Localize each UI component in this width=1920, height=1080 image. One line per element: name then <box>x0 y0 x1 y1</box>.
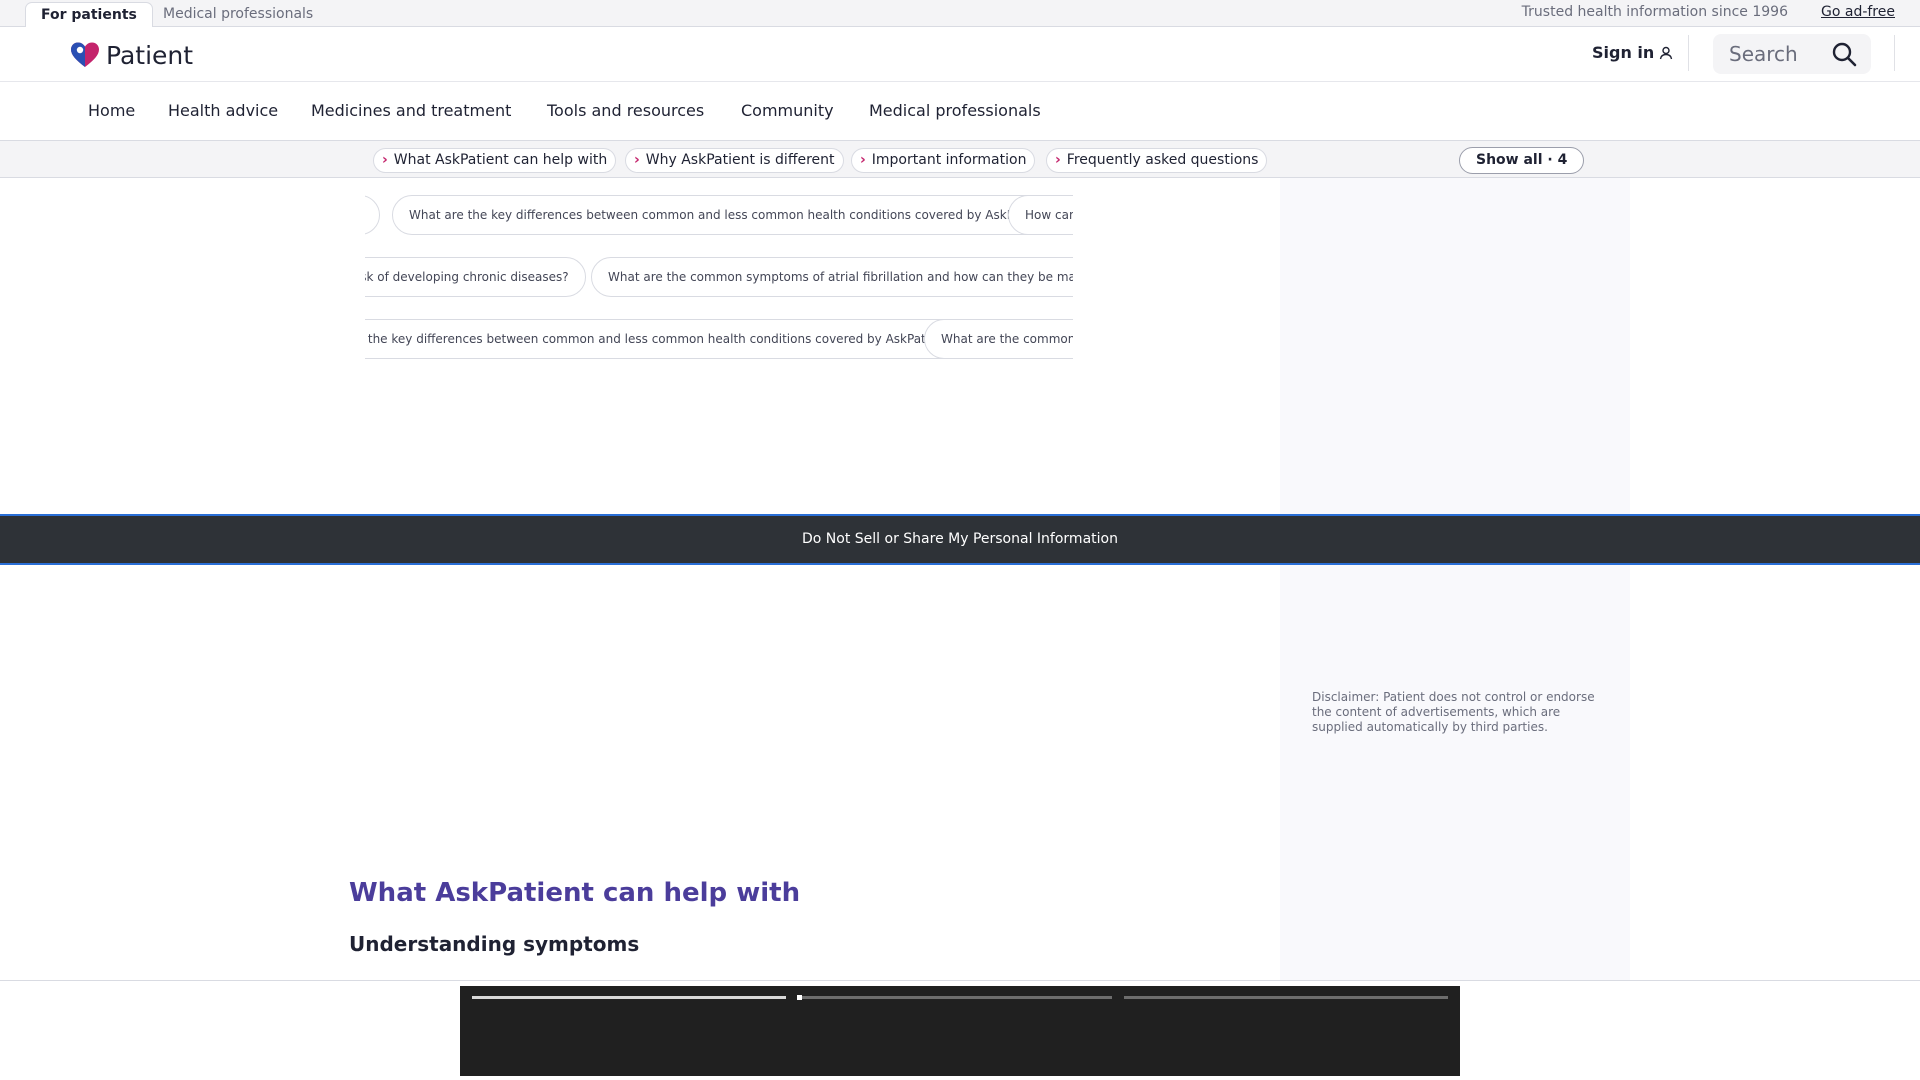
nav-home[interactable]: Home <box>88 101 135 120</box>
patient-logo[interactable]: Patient <box>70 39 193 71</box>
nav-community[interactable]: Community <box>741 101 834 120</box>
anchor-label: Why AskPatient is different <box>645 152 835 168</box>
sign-in-label: Sign in <box>1592 43 1655 62</box>
advert-column <box>1280 178 1630 980</box>
show-all-button[interactable]: Show all · 4 <box>1459 147 1585 174</box>
tab-medical-professionals[interactable]: Medical professionals <box>148 2 328 27</box>
chevron-right-icon: › <box>382 152 388 168</box>
anchor-why-askpatient-is-different[interactable]: › Why AskPatient is different <box>625 148 844 173</box>
do-not-sell-link[interactable]: Do Not Sell or Share My Personal Informa… <box>0 531 1920 547</box>
nav-medicines-and-treatment[interactable]: Medicines and treatment <box>311 101 511 120</box>
nav-health-advice[interactable]: Health advice <box>168 101 278 120</box>
header-divider <box>1688 35 1689 71</box>
progress-segment <box>1124 996 1448 999</box>
question-chip[interactable]: What are the common sy <box>924 319 1073 359</box>
chevron-right-icon: › <box>634 152 640 168</box>
progress-fill <box>472 996 786 999</box>
header-divider-right <box>1894 35 1895 71</box>
question-chip[interactable] <box>365 195 380 235</box>
nav-medical-professionals[interactable]: Medical professionals <box>869 101 1041 120</box>
section-heading: What AskPatient can help with <box>349 878 801 908</box>
progress-segment <box>798 996 1112 999</box>
question-chip[interactable]: risk of developing chronic diseases? <box>365 257 586 297</box>
anchor-label: Frequently asked questions <box>1066 152 1259 168</box>
heart-logo-icon <box>71 42 99 67</box>
trusted-tagline: Trusted health information since 1996 <box>1521 4 1788 20</box>
search-input[interactable]: Search <box>1729 42 1798 66</box>
video-ad-player[interactable] <box>460 986 1460 1076</box>
nav-tools-and-resources[interactable]: Tools and resources <box>547 101 704 120</box>
anchor-frequently-asked-questions[interactable]: › Frequently asked questions <box>1046 148 1268 173</box>
logo-text: Patient <box>106 40 194 70</box>
anchor-important-information[interactable]: › Important information <box>851 148 1036 173</box>
anchor-label: Important information <box>871 152 1027 168</box>
progress-segment <box>472 996 786 999</box>
section-anchor-bar: › What AskPatient can help with › Why As… <box>0 141 1920 178</box>
main-nav: Home Health advice Medicines and treatme… <box>0 83 1920 141</box>
bottom-divider <box>0 980 1920 981</box>
privacy-banner[interactable]: Do Not Sell or Share My Personal Informa… <box>0 514 1920 565</box>
anchor-label: What AskPatient can help with <box>393 152 608 168</box>
anchor-what-askpatient-can-help-with[interactable]: › What AskPatient can help with <box>373 148 617 173</box>
search-box[interactable]: Search <box>1713 34 1871 74</box>
user-icon <box>1660 46 1673 59</box>
go-ad-free-link[interactable]: Go ad-free <box>1821 0 1895 25</box>
progress-marker <box>797 995 802 1000</box>
site-header: Patient Sign in Search <box>0 27 1920 82</box>
audience-bar: For patients Medical professionals Trust… <box>0 0 1920 28</box>
sign-in-button[interactable]: Sign in <box>1592 43 1673 62</box>
ad-disclaimer: Disclaimer: Patient does not control or … <box>1312 690 1595 734</box>
search-icon[interactable] <box>1831 41 1857 67</box>
chevron-right-icon: › <box>1055 152 1061 168</box>
question-chip[interactable]: How can <box>1008 195 1073 235</box>
page: For patients Medical professionals Trust… <box>0 0 1920 1080</box>
chevron-right-icon: › <box>860 152 866 168</box>
question-chip[interactable]: What are the common symptoms of atrial f… <box>591 257 1073 297</box>
subsection-heading: Understanding symptoms <box>349 932 640 956</box>
tab-for-patients[interactable]: For patients <box>25 2 153 28</box>
question-carousel: What are the key differences between com… <box>365 185 1073 365</box>
question-chip[interactable]: What are the key differences between com… <box>392 195 1072 235</box>
question-chip[interactable]: re the key differences between common an… <box>365 319 973 359</box>
